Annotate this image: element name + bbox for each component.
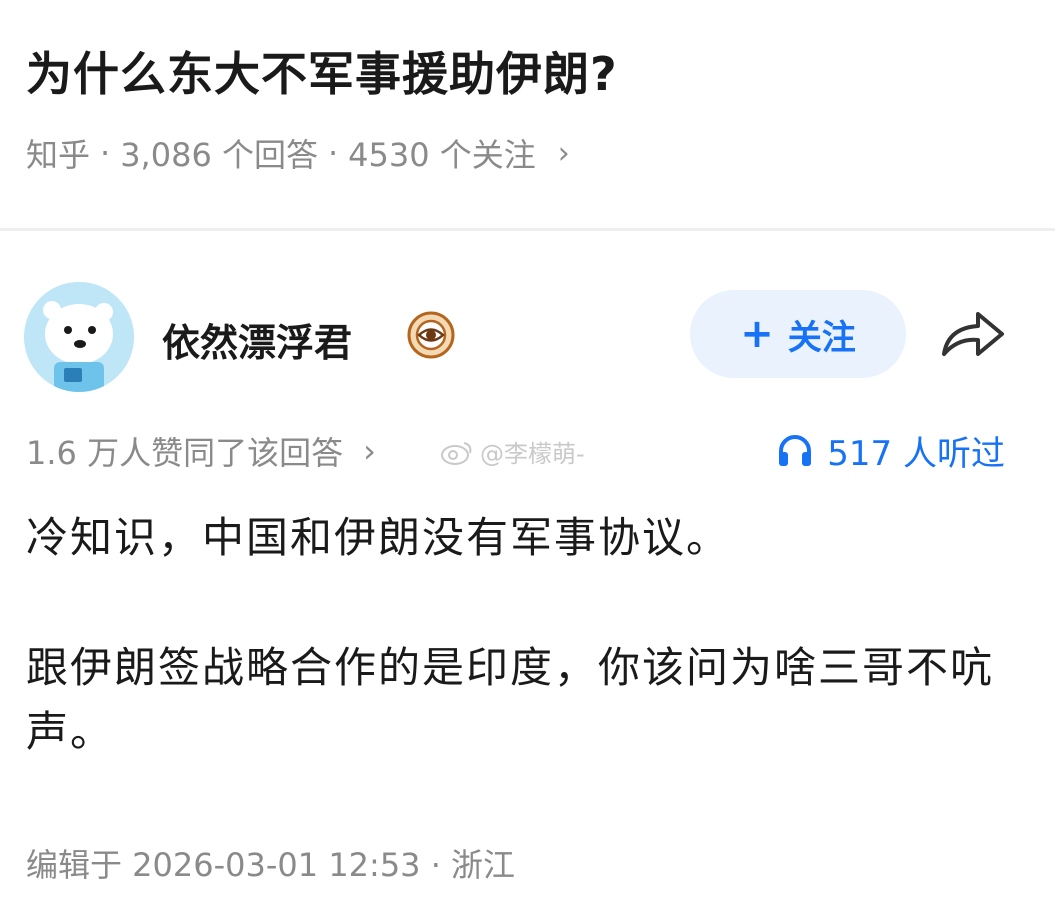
listen-button[interactable]: 517 人听过 — [777, 426, 1005, 475]
weibo-watermark: @李檬萌- — [440, 434, 585, 469]
question-title[interactable]: 为什么东大不军事援助伊朗? — [26, 38, 618, 104]
meta-separator: · — [327, 134, 339, 172]
author-name[interactable]: 依然漂浮君 — [162, 312, 352, 367]
meta-separator: · — [100, 134, 111, 172]
author-avatar[interactable] — [24, 282, 134, 392]
eye-badge-icon[interactable] — [406, 310, 456, 360]
edit-info: 编辑于 2026-03-01 12:53 · 浙江 — [26, 846, 516, 884]
chevron-right-icon: › — [557, 135, 570, 171]
headphones-icon — [779, 434, 812, 466]
upvote-text: 1.6 万人赞同了该回答 — [26, 434, 344, 472]
follow-label: 关注 — [787, 317, 856, 358]
answers-count: 3,086 个回答 — [120, 136, 318, 174]
question-meta[interactable]: 知乎 · 3,086 个回答 · 4530 个关注 › — [26, 130, 570, 176]
weibo-icon — [441, 441, 472, 465]
answer-paragraph: 跟伊朗签战略合作的是印度，你该问为啥三哥不吭声。 — [26, 643, 995, 756]
follow-button[interactable]: + 关注 — [690, 290, 906, 378]
section-divider — [0, 228, 1055, 231]
share-icon[interactable] — [938, 306, 1008, 362]
watermark-text: @李檬萌- — [480, 440, 585, 468]
chevron-right-icon: › — [363, 432, 376, 470]
plus-icon: + — [740, 311, 774, 357]
listen-count: 517 人听过 — [827, 434, 1005, 474]
answer-paragraph: 冷知识，中国和伊朗没有军事协议。 — [26, 513, 731, 562]
polar-bear-avatar-icon — [24, 282, 134, 392]
followers-count: 4530 个关注 — [348, 136, 536, 174]
upvote-summary[interactable]: 1.6 万人赞同了该回答 › — [26, 428, 376, 474]
question-source: 知乎 — [26, 136, 91, 174]
